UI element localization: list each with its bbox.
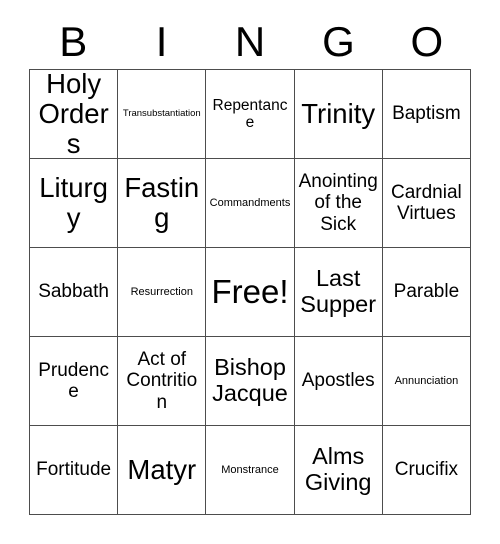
bingo-cell-label: Transubstantiation bbox=[122, 107, 201, 119]
bingo-cell-label: Apostles bbox=[301, 370, 375, 392]
bingo-cell-label: Liturgy bbox=[39, 172, 108, 233]
bingo-cell-label: Crucifix bbox=[394, 459, 459, 481]
bingo-cell[interactable]: Annunciation bbox=[382, 337, 471, 426]
header-letter-b: B bbox=[59, 17, 88, 65]
header-letter-n: N bbox=[234, 17, 266, 65]
bingo-cell-label: Fasting bbox=[124, 172, 200, 233]
bingo-cell-label: Annunciation bbox=[394, 374, 459, 387]
bingo-cell-label: Matyr bbox=[127, 454, 197, 486]
bingo-cell-label: Parable bbox=[393, 281, 460, 303]
bingo-cell-label: Sabbath bbox=[38, 281, 109, 303]
bingo-cell-label: Commandments bbox=[209, 196, 291, 209]
bingo-cell[interactable]: Resurrection bbox=[118, 248, 207, 337]
bingo-cell[interactable]: Cardnial Virtues bbox=[382, 159, 471, 248]
bingo-cell[interactable]: Parable bbox=[382, 248, 471, 337]
bingo-cell-label: Cardnial Virtues bbox=[391, 181, 462, 224]
bingo-cell[interactable]: Apostles bbox=[294, 337, 383, 426]
bingo-cell[interactable]: Crucifix bbox=[382, 426, 471, 515]
bingo-cell[interactable]: Last Supper bbox=[294, 248, 383, 337]
bingo-cell-label: Monstrance bbox=[221, 463, 279, 476]
bingo-cell-label: Last Supper bbox=[300, 265, 377, 317]
bingo-cell-label: Act of Contrition bbox=[126, 349, 198, 413]
bingo-cell[interactable]: Repentance bbox=[206, 70, 295, 159]
bingo-cell[interactable]: Prudence bbox=[30, 337, 119, 426]
bingo-cell[interactable]: Alms Giving bbox=[294, 426, 383, 515]
bingo-cell[interactable]: Fasting bbox=[118, 159, 207, 248]
bingo-cell-label: Trinity bbox=[301, 98, 376, 130]
bingo-free-space-cell[interactable]: Free! bbox=[206, 248, 295, 337]
bingo-cell[interactable]: Anointing of the Sick bbox=[294, 159, 383, 248]
bingo-cell-label: Holy Orders bbox=[38, 70, 109, 159]
bingo-cell-label: Fortitude bbox=[36, 459, 112, 481]
bingo-cell[interactable]: Sabbath bbox=[30, 248, 119, 337]
bingo-cell-label: Baptism bbox=[392, 103, 461, 125]
header-letter-o: O bbox=[410, 17, 444, 65]
bingo-cell[interactable]: Commandments bbox=[206, 159, 295, 248]
bingo-card: B I N G O Holy Orders Transubstantiation R… bbox=[0, 0, 500, 544]
bingo-cell[interactable]: Fortitude bbox=[30, 426, 119, 515]
bingo-cell[interactable]: Holy Orders bbox=[30, 70, 119, 159]
bingo-cell-label: Resurrection bbox=[130, 285, 193, 298]
bingo-cell[interactable]: Transubstantiation bbox=[118, 70, 207, 159]
bingo-cell[interactable]: Baptism bbox=[382, 70, 471, 159]
bingo-cell-label: Repentance bbox=[212, 96, 288, 131]
bingo-cell-label: Anointing of the Sick bbox=[298, 171, 378, 235]
bingo-cell[interactable]: Bishop Jacque bbox=[206, 337, 295, 426]
bingo-cell[interactable]: Matyr bbox=[118, 426, 207, 515]
bingo-cell-label: Alms Giving bbox=[304, 443, 372, 495]
bingo-cell[interactable]: Liturgy bbox=[30, 159, 119, 248]
bingo-cell-label: Prudence bbox=[38, 359, 109, 402]
bingo-cell-label: Bishop Jacque bbox=[212, 354, 288, 406]
bingo-cell[interactable]: Monstrance bbox=[206, 426, 295, 515]
bingo-cell[interactable]: Act of Contrition bbox=[118, 337, 207, 426]
bingo-cell-label: Free! bbox=[211, 272, 289, 310]
bingo-grid: Holy Orders Transubstantiation Repentance T… bbox=[29, 69, 471, 515]
bingo-cell[interactable]: Trinity bbox=[294, 70, 383, 159]
header-letter-i: I bbox=[155, 17, 168, 65]
header-letter-g: G bbox=[322, 17, 355, 65]
bingo-header: B I N G O bbox=[29, 14, 471, 69]
